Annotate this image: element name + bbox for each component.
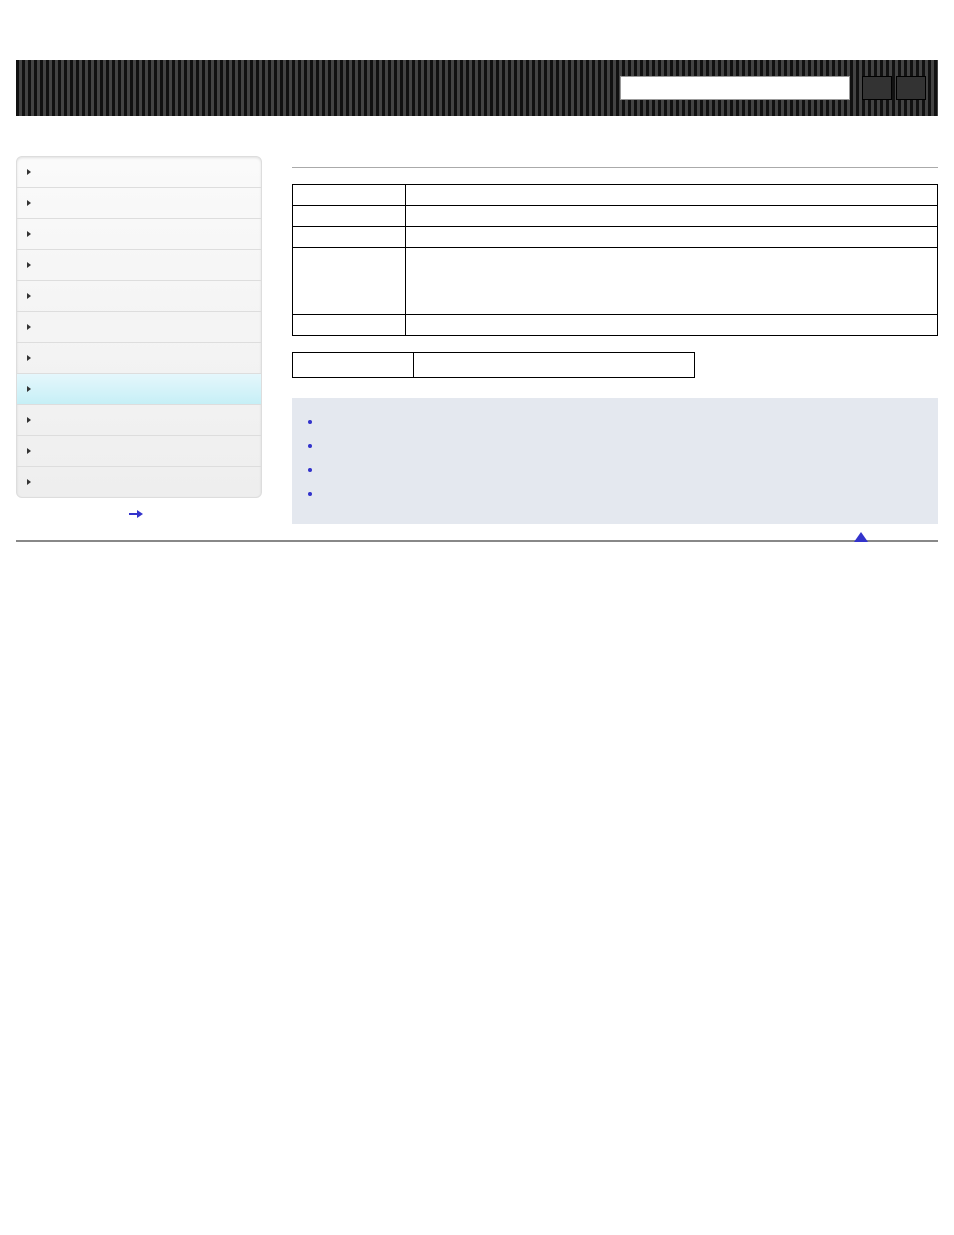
related-link[interactable]: [322, 414, 930, 428]
info-label: [293, 227, 406, 248]
info-label: [293, 315, 406, 336]
info-table: [292, 184, 938, 336]
info-value: [406, 227, 938, 248]
arrow-right-icon: [129, 510, 143, 518]
table-row: [293, 248, 938, 315]
sidebar-item-3[interactable]: [17, 250, 261, 281]
related-link[interactable]: [322, 438, 930, 452]
info-label: [293, 206, 406, 227]
sidebar-item-10[interactable]: [17, 467, 261, 497]
sidebar-item-8[interactable]: [17, 405, 261, 436]
search-input[interactable]: [620, 76, 850, 100]
info-label: [293, 185, 406, 206]
info-value: [406, 315, 938, 336]
section-heading: [292, 164, 938, 168]
table-row: [293, 315, 938, 336]
sidebar-footer-link[interactable]: [16, 510, 262, 518]
search-button[interactable]: [862, 76, 892, 100]
content: [262, 156, 938, 524]
sidebar-item-0[interactable]: [17, 157, 261, 188]
sidebar-item-4[interactable]: [17, 281, 261, 312]
info-value: [406, 206, 938, 227]
sidebar-item-1[interactable]: [17, 188, 261, 219]
table-row: [293, 227, 938, 248]
to-top-icon[interactable]: [854, 532, 868, 542]
arg-label: [293, 353, 414, 378]
info-label: [293, 248, 406, 315]
reset-button[interactable]: [896, 76, 926, 100]
related-topics: [292, 398, 938, 524]
sidebar-item-7[interactable]: [17, 374, 261, 405]
info-value: [406, 185, 938, 206]
sidebar-item-2[interactable]: [17, 219, 261, 250]
sidebar-item-6[interactable]: [17, 343, 261, 374]
table-row: [293, 353, 695, 378]
table-row: [293, 206, 938, 227]
arg-value: [414, 353, 695, 378]
sidebar-item-9[interactable]: [17, 436, 261, 467]
footer-bar: [16, 540, 938, 562]
table-row: [293, 185, 938, 206]
sidebar: [16, 156, 262, 498]
related-link[interactable]: [322, 462, 930, 476]
sidebar-item-5[interactable]: [17, 312, 261, 343]
arguments-table: [292, 352, 695, 378]
info-value: [406, 248, 938, 315]
top-bar: [16, 60, 938, 116]
related-link[interactable]: [322, 486, 930, 500]
